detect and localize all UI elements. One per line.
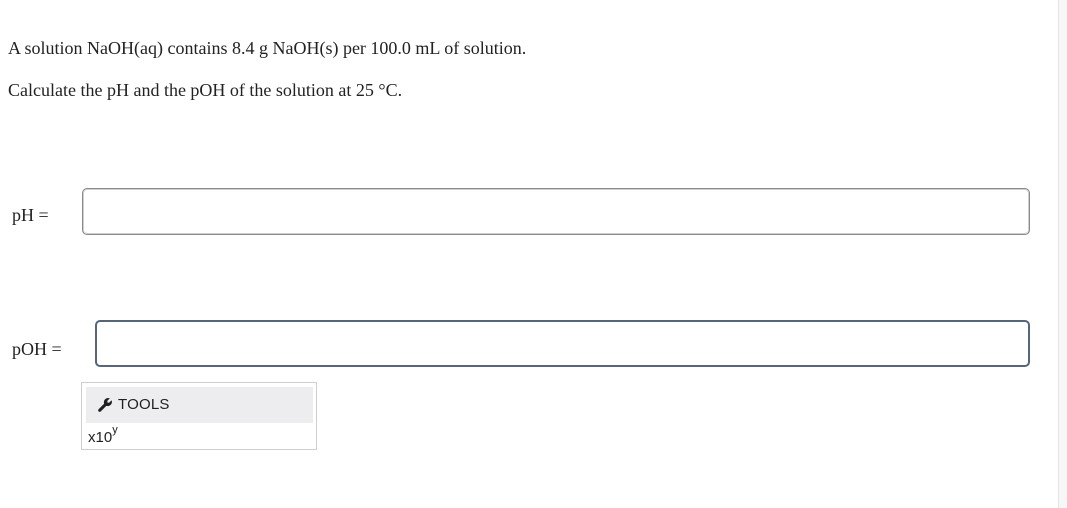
scientific-notation-button[interactable]: x10y <box>86 424 120 447</box>
poh-answer-input[interactable] <box>95 320 1030 367</box>
poh-label: pOH = <box>12 339 62 359</box>
question-statement: A solution NaOH(aq) contains 8.4 g NaOH(… <box>8 38 527 58</box>
tools-button[interactable]: TOOLS <box>86 387 313 423</box>
sci-notation-exponent: y <box>112 424 118 436</box>
ph-answer-input[interactable] <box>82 188 1030 235</box>
sci-notation-base: x10 <box>88 429 113 446</box>
ph-label: pH = <box>12 205 49 225</box>
wrench-icon <box>98 398 112 412</box>
tools-label: TOOLS <box>118 396 170 413</box>
page-scrollbar[interactable] <box>1058 0 1067 508</box>
tools-panel: TOOLS x10y <box>81 382 317 450</box>
question-instruction: Calculate the pH and the pOH of the solu… <box>8 80 403 100</box>
